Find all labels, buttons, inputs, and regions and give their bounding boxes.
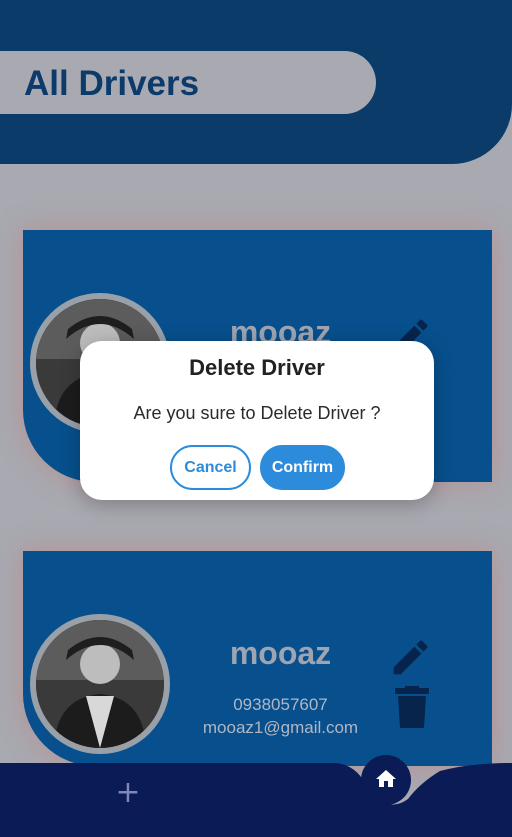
dialog-title: Delete Driver: [189, 355, 325, 380]
cancel-button[interactable]: Cancel: [170, 445, 251, 490]
edit-icon[interactable]: [388, 635, 433, 680]
bottom-nav: +: [0, 755, 512, 837]
driver-email: mooaz1@gmail.com: [202, 718, 359, 737]
dialog-message: Are you sure to Delete Driver ?: [133, 403, 381, 423]
home-icon: [376, 770, 396, 787]
driver-avatar: [30, 614, 170, 754]
add-button[interactable]: +: [114, 778, 142, 808]
trash-icon[interactable]: [395, 686, 429, 728]
driver-phone: 0938057607: [233, 695, 328, 714]
delete-driver-dialog: Delete Driver Are you sure to Delete Dri…: [80, 341, 434, 500]
page-title: All Drivers: [24, 64, 200, 103]
home-button[interactable]: [361, 755, 411, 805]
driver-card: mooaz 0938057607 mooaz1@gmail.com: [23, 551, 492, 766]
driver-name: mooaz: [229, 635, 332, 671]
confirm-button[interactable]: Confirm: [260, 445, 345, 490]
